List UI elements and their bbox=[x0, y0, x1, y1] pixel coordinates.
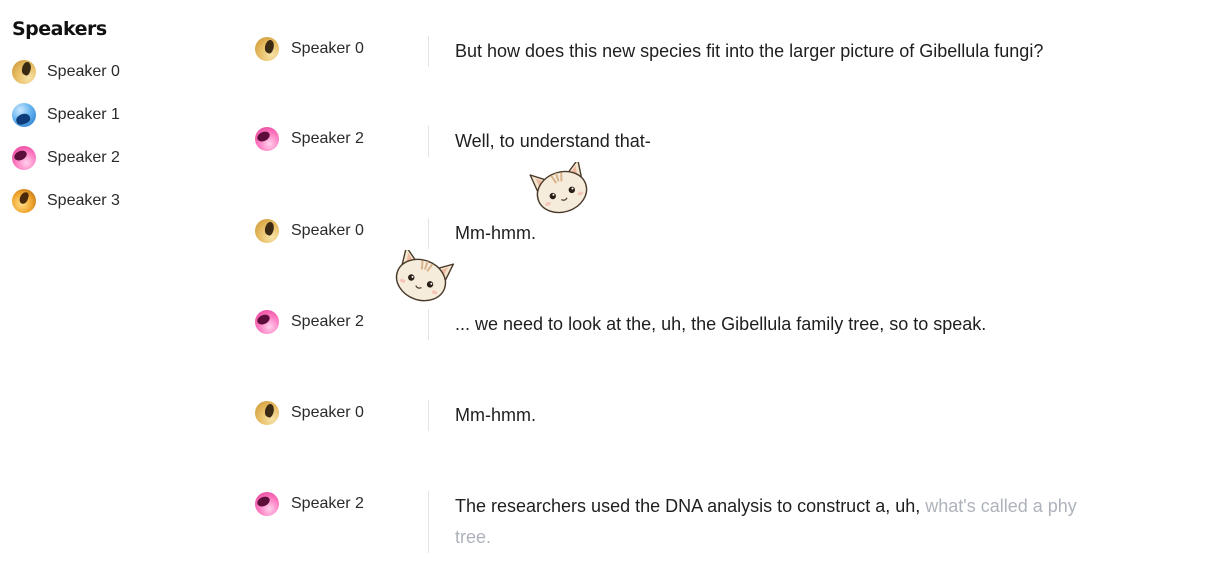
speaker-avatar-icon bbox=[12, 188, 36, 213]
speaker-name: Speaker 0 bbox=[291, 404, 364, 421]
speaker-name: Speaker 2 bbox=[291, 130, 364, 147]
transcript-row: Speaker 2 Well, to understand that- bbox=[255, 126, 1205, 157]
transcript-row: Speaker 0 Mm-hmm. bbox=[255, 218, 1205, 249]
speaker-item-3[interactable]: Speaker 3 bbox=[12, 179, 212, 222]
utterance-text[interactable]: But how does this new species fit into t… bbox=[428, 36, 1205, 67]
utterance-text[interactable]: ... we need to look at the, uh, the Gibe… bbox=[428, 309, 1205, 340]
speaker-name: Speaker 0 bbox=[291, 40, 364, 57]
transcript-row: Speaker 2 ... we need to look at the, uh… bbox=[255, 309, 1205, 340]
transcript-row: Speaker 2 The researchers used the DNA a… bbox=[255, 491, 1205, 553]
utterance-text-span: ... we need to look at the, uh, the Gibe… bbox=[455, 314, 987, 334]
cat-sticker-icon bbox=[395, 250, 455, 302]
speaker-avatar-icon bbox=[12, 102, 36, 127]
speaker-avatar-icon bbox=[255, 127, 279, 151]
utterance-text[interactable]: The researchers used the DNA analysis to… bbox=[428, 491, 1205, 553]
utterance-text-span: Mm-hmm. bbox=[455, 223, 536, 243]
transcript-row: Speaker 0 But how does this new species … bbox=[255, 36, 1205, 67]
speaker-name: Speaker 2 bbox=[291, 313, 364, 330]
pending-text: tree. bbox=[455, 527, 492, 547]
speaker-label: Speaker 2 bbox=[47, 148, 120, 166]
speaker-tag[interactable]: Speaker 0 bbox=[255, 36, 428, 67]
speaker-item-0[interactable]: Speaker 0 bbox=[12, 50, 212, 93]
speaker-name: Speaker 0 bbox=[291, 222, 364, 239]
speaker-label: Speaker 1 bbox=[47, 105, 120, 123]
speaker-name: Speaker 2 bbox=[291, 495, 364, 512]
speaker-label: Speaker 0 bbox=[47, 62, 120, 80]
speaker-label: Speaker 3 bbox=[47, 191, 120, 209]
utterance-text-span: Mm-hmm. bbox=[455, 405, 536, 425]
speaker-item-1[interactable]: Speaker 1 bbox=[12, 93, 212, 136]
utterance-text[interactable]: Mm-hmm. bbox=[428, 400, 1205, 431]
transcript-row: Speaker 0 Mm-hmm. bbox=[255, 400, 1205, 431]
utterance-text-span: The researchers used the DNA analysis to… bbox=[455, 496, 926, 516]
speakers-heading: Speakers bbox=[12, 18, 107, 40]
speaker-avatar-icon bbox=[12, 145, 36, 170]
speaker-tag[interactable]: Speaker 2 bbox=[255, 126, 428, 157]
utterance-text[interactable]: Well, to understand that- bbox=[428, 126, 1205, 157]
speaker-avatar-icon bbox=[255, 401, 279, 425]
speaker-avatar-icon bbox=[12, 59, 36, 84]
utterance-text-span: But how does this new species fit into t… bbox=[455, 41, 1044, 61]
speaker-avatar-icon bbox=[255, 37, 279, 61]
utterance-text[interactable]: Mm-hmm. bbox=[428, 218, 1205, 249]
speaker-avatar-icon bbox=[255, 219, 279, 243]
cat-sticker-icon bbox=[529, 162, 588, 214]
speaker-tag[interactable]: Speaker 0 bbox=[255, 400, 428, 431]
speakers-sidebar: Speakers Speaker 0 Speaker 1 Speaker 2 S… bbox=[12, 18, 212, 222]
speaker-avatar-icon bbox=[255, 492, 279, 516]
speaker-tag[interactable]: Speaker 2 bbox=[255, 309, 428, 340]
speaker-tag[interactable]: Speaker 2 bbox=[255, 491, 428, 553]
speaker-item-2[interactable]: Speaker 2 bbox=[12, 136, 212, 179]
pending-text: what's called a phy bbox=[925, 496, 1077, 516]
utterance-text-span: Well, to understand that- bbox=[455, 131, 651, 151]
speaker-avatar-icon bbox=[255, 310, 279, 334]
speaker-tag[interactable]: Speaker 0 bbox=[255, 218, 428, 249]
